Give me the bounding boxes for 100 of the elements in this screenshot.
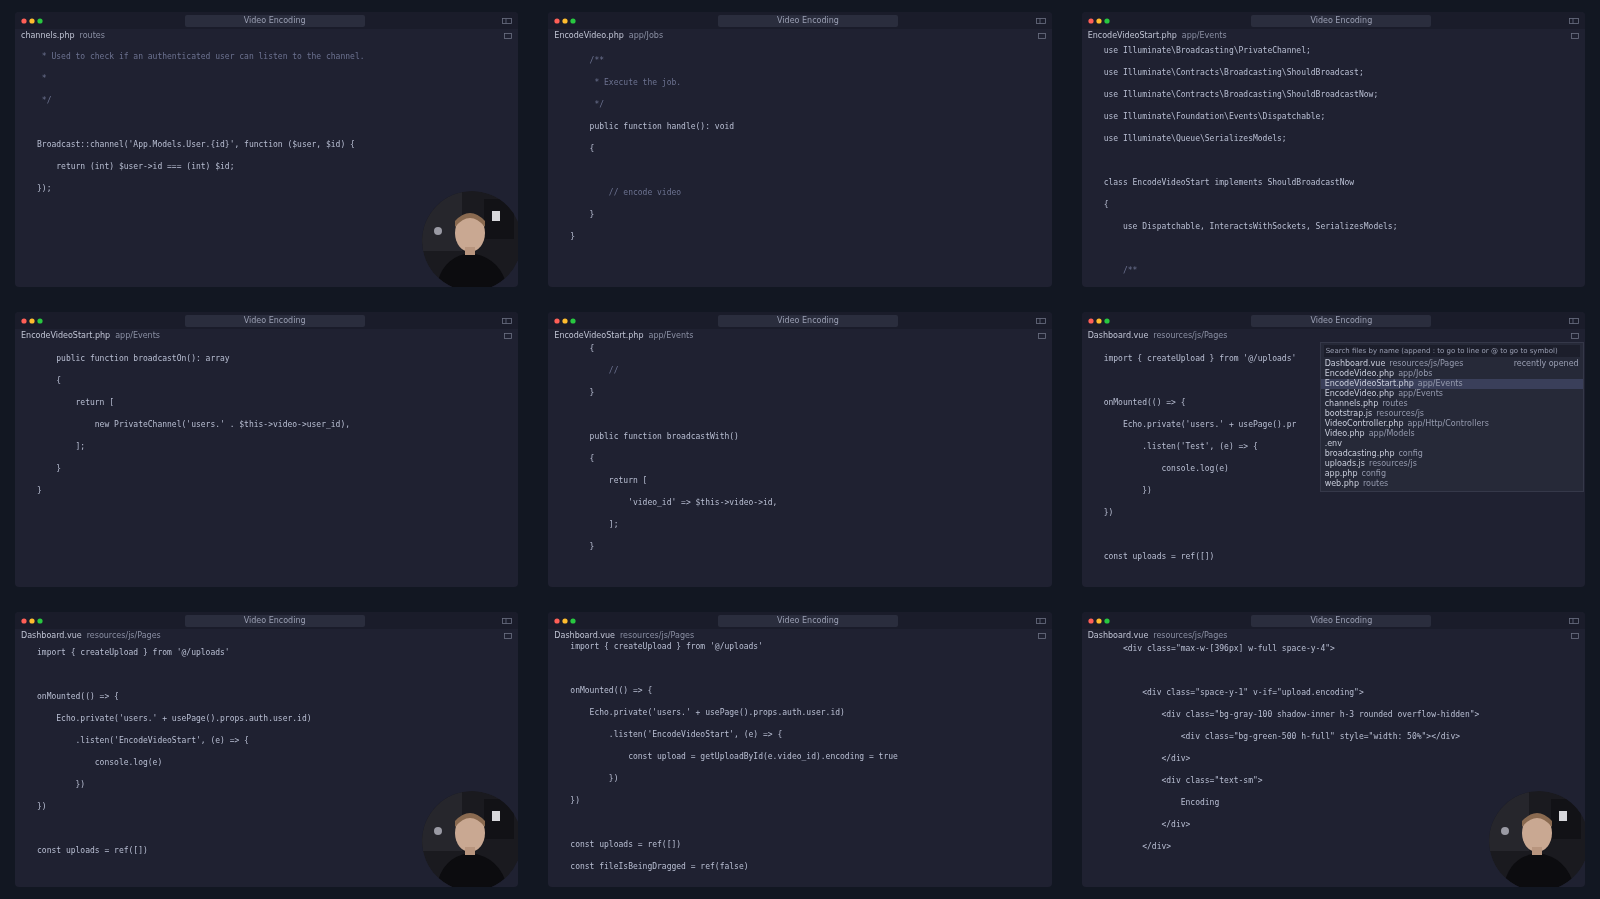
- code-comment: /**: [588, 56, 605, 67]
- split-icon[interactable]: [1571, 332, 1579, 339]
- code-line: Encoding: [1179, 798, 1220, 809]
- file-tab[interactable]: EncodeVideoStart.php: [21, 331, 111, 340]
- file-path: resources/js/Pages: [86, 631, 161, 640]
- sidebar-icon[interactable]: [1569, 317, 1579, 324]
- code-comment: //: [607, 366, 619, 377]
- code-line: new PrivateChannel('users.' . $this->video->user_id),: [93, 420, 351, 431]
- code-line: use Dispatchable, InteractsWithSockets, SerializesModels;: [1121, 222, 1398, 233]
- split-icon[interactable]: [504, 332, 513, 339]
- split-icon[interactable]: [1037, 32, 1046, 39]
- file-result[interactable]: channels.php routes: [1320, 399, 1583, 409]
- file-result[interactable]: web.php routes: [1320, 479, 1583, 489]
- sidebar-icon[interactable]: [502, 17, 513, 24]
- sidebar-icon[interactable]: [1035, 17, 1046, 24]
- window-title: Video Encoding: [1251, 314, 1432, 327]
- file-tab[interactable]: EncodeVideoStart.php: [554, 331, 644, 340]
- file-result[interactable]: EncodeVideo.php app/Events: [1320, 389, 1583, 399]
- code-line: });: [37, 184, 52, 195]
- code-line: {: [55, 376, 62, 387]
- code-line: const uploads = ref([]): [37, 846, 148, 857]
- file-path: app/Events: [1181, 31, 1227, 40]
- code-line: <div class="bg-green-500 h-full" style="width: 50%"></div>: [1179, 732, 1461, 743]
- split-icon[interactable]: [1571, 632, 1579, 639]
- code-line: class EncodeVideoStart implements ShouldBroadcastNow: [1103, 178, 1355, 189]
- split-icon[interactable]: [504, 632, 513, 639]
- code-comment: * Used to check if an authenticated user can listen to the channel.: [40, 52, 365, 63]
- file-path: resources/js/Pages: [1153, 331, 1228, 340]
- sidebar-icon[interactable]: [502, 317, 513, 324]
- split-icon[interactable]: [1571, 32, 1579, 39]
- code-line: use Illuminate\Foundation\Events\Dispatchable;: [1103, 112, 1326, 123]
- sidebar-icon[interactable]: [1569, 617, 1579, 624]
- code-line: use Illuminate\Broadcasting\PrivateChannel;: [1103, 46, 1311, 57]
- window-title: Video Encoding: [718, 14, 898, 27]
- code-line: </div>: [1141, 842, 1172, 853]
- file-result[interactable]: VideoController.php app/Http/Controllers: [1320, 419, 1583, 429]
- file-tab[interactable]: Dashboard.vue: [1087, 631, 1149, 640]
- code-line: console.log(e): [1160, 464, 1229, 475]
- file-tab[interactable]: Dashboard.vue: [554, 631, 615, 640]
- code-comment: * Execute the job.: [593, 78, 682, 89]
- file-result[interactable]: uploads.js resources/js: [1320, 459, 1583, 469]
- code-line: public function broadcastWith(): [588, 432, 739, 443]
- file-result[interactable]: Dashboard.vue resources/js/Pages recently opened: [1320, 359, 1583, 369]
- file-result[interactable]: .env: [1320, 439, 1583, 449]
- code-line: const uploads = ref([]): [570, 840, 682, 851]
- code-line: ];: [607, 520, 619, 531]
- code-line: }: [588, 542, 595, 553]
- sidebar-icon[interactable]: [502, 617, 513, 624]
- sidebar-icon[interactable]: [1035, 317, 1046, 324]
- split-icon[interactable]: [1037, 332, 1046, 339]
- code-line: {: [588, 344, 595, 355]
- file-tab[interactable]: Dashboard.vue: [1087, 331, 1149, 340]
- file-tab[interactable]: EncodeVideo.php: [554, 31, 624, 40]
- code-line: }): [37, 802, 47, 813]
- code-line: Broadcast::channel('App.Models.User.{id}', function ($user, $id) {: [37, 140, 355, 151]
- code-line: <div class="space-y-1" v-if="upload.encoding">: [1141, 688, 1364, 699]
- code-line: }): [607, 774, 619, 785]
- file-result[interactable]: EncodeVideo.php app/Jobs: [1320, 369, 1583, 379]
- window-title: Video Encoding: [184, 614, 365, 627]
- code-line: use Illuminate\Contracts\Broadcasting\ShouldBroadcast;: [1103, 68, 1364, 79]
- window-title: Video Encoding: [718, 314, 898, 327]
- code-line: }: [37, 486, 42, 497]
- file-path: routes: [79, 31, 105, 40]
- file-tab[interactable]: EncodeVideoStart.php: [1087, 31, 1177, 40]
- code-line: return [: [607, 476, 648, 487]
- code-comment: */: [40, 96, 52, 107]
- file-result[interactable]: bootstrap.js resources/js: [1320, 409, 1583, 419]
- split-icon[interactable]: [1037, 632, 1046, 639]
- code-line: return [: [74, 398, 115, 409]
- sidebar-icon[interactable]: [1035, 617, 1046, 624]
- code-line: return (int) $user->id === (int) $id;: [55, 162, 235, 173]
- file-path: app/Events: [648, 331, 694, 340]
- code-line: {: [588, 454, 595, 465]
- code-line: {: [588, 144, 595, 155]
- file-result[interactable]: app.php config: [1320, 469, 1583, 479]
- sidebar-icon[interactable]: [1569, 17, 1579, 24]
- file-tab[interactable]: Dashboard.vue: [21, 631, 82, 640]
- code-line: .listen('EncodeVideoStart', (e) => {: [74, 736, 249, 747]
- code-line: }: [588, 210, 595, 221]
- file-result[interactable]: Video.php app/Models: [1320, 429, 1583, 439]
- code-line: import { createUpload } from '@/uploads': [570, 642, 763, 653]
- code-comment: */: [593, 100, 605, 111]
- code-line: Echo.private('users.' + usePage().props.auth.user.id): [55, 714, 312, 725]
- window-title: Video Encoding: [718, 614, 898, 627]
- code-line: }: [55, 464, 62, 475]
- window-title: Video Encoding: [1251, 614, 1432, 627]
- code-comment: // encode video: [607, 188, 682, 199]
- code-line: }): [74, 780, 86, 791]
- file-tab[interactable]: channels.php: [21, 31, 75, 40]
- code-line: const uploads = ref([]): [1103, 552, 1215, 563]
- code-line: ];: [74, 442, 86, 453]
- file-result[interactable]: EncodeVideoStart.php app/Events: [1320, 379, 1583, 389]
- window-title: Video Encoding: [184, 314, 365, 327]
- code-line: }: [570, 232, 576, 243]
- file-result[interactable]: broadcasting.php config: [1320, 449, 1583, 459]
- split-icon[interactable]: [504, 32, 513, 39]
- window-title: Video Encoding: [1251, 14, 1432, 27]
- code-line: public function handle(): void: [588, 122, 735, 133]
- code-line: }: [588, 388, 595, 399]
- code-comment: *: [40, 74, 47, 85]
